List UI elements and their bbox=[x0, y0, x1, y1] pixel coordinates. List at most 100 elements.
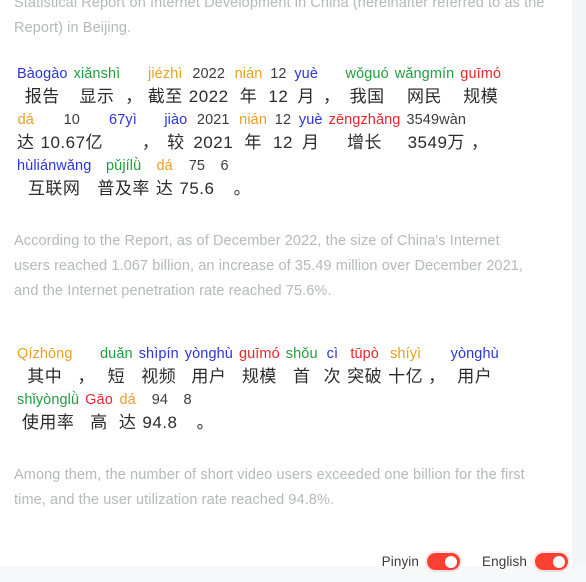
word-token[interactable]: Qízhōng 其中 bbox=[14, 344, 76, 390]
word-token[interactable]: wǒguó 我国 bbox=[343, 64, 392, 110]
word-token[interactable]: shǒu 首 bbox=[283, 344, 321, 390]
annotated-line: shǐyònglǜ 使用率 Gāo 高 dá 达 94 94.8 8 。 bbox=[14, 390, 558, 436]
word-token[interactable]: jiézhì 截至 bbox=[145, 64, 186, 110]
word-token[interactable]: 12 12 bbox=[270, 110, 296, 156]
word-token[interactable]: 8 bbox=[180, 390, 194, 436]
word-token[interactable]: guīmó 规模 bbox=[457, 64, 504, 110]
hanzi-text: 使用率 bbox=[21, 413, 75, 432]
hanzi-text: 10.67亿 bbox=[40, 133, 104, 152]
word-token[interactable]: duǎn 短 bbox=[97, 344, 136, 390]
pinyin-text: xiǎnshì bbox=[73, 66, 121, 82]
word-token[interactable]: shíyì 十亿 bbox=[385, 344, 426, 390]
pinyin-toggle-group[interactable]: Pinyin bbox=[382, 553, 461, 570]
punctuation-token[interactable]: ， bbox=[140, 110, 162, 156]
word-token[interactable]: jiào 较 bbox=[161, 110, 190, 156]
hanzi-text: 94.8 bbox=[142, 413, 178, 432]
pinyin-text: wǎngmín bbox=[394, 66, 455, 82]
word-token[interactable]: Gāo 高 bbox=[82, 390, 116, 436]
punctuation-token[interactable]: ， bbox=[76, 344, 98, 390]
word-token[interactable]: 12 12 bbox=[265, 64, 291, 110]
intro-paragraph: Statistical Report on Internet Developme… bbox=[14, 0, 558, 41]
pinyin-text: nián bbox=[239, 112, 267, 128]
pinyin-text: guīmó bbox=[238, 346, 280, 362]
punctuation-token[interactable]: 。 bbox=[195, 390, 217, 436]
hanzi-text: 首 bbox=[292, 367, 311, 386]
pinyin-toggle-switch[interactable] bbox=[427, 553, 461, 570]
word-token[interactable]: 2021 2021 bbox=[190, 110, 236, 156]
word-token[interactable]: 6 bbox=[217, 156, 231, 202]
punctuation-token[interactable]: ， bbox=[123, 64, 145, 110]
word-token[interactable]: 10 10.67亿 bbox=[38, 110, 107, 156]
hanzi-text: 次 bbox=[323, 367, 342, 386]
word-token[interactable]: dá 达 bbox=[153, 156, 177, 202]
word-token[interactable]: zēngzhǎng 增长 bbox=[326, 110, 404, 156]
english-toggle-group[interactable]: English bbox=[482, 553, 568, 570]
pinyin-text: hùliánwǎng bbox=[17, 158, 92, 174]
pinyin-text: zēngzhǎng bbox=[328, 112, 401, 128]
word-token[interactable]: wǎngmín 网民 bbox=[392, 64, 458, 110]
hanzi-text: 75.6 bbox=[179, 179, 215, 198]
word-token[interactable]: shǐyònglǜ 使用率 bbox=[14, 390, 82, 436]
english-toggle-label: English bbox=[482, 554, 527, 569]
hanzi-text: 高 bbox=[90, 413, 108, 432]
punctuation-token[interactable]: ， bbox=[469, 110, 491, 156]
punctuation-token[interactable]: ， bbox=[321, 64, 343, 110]
pinyin-text: cì bbox=[326, 346, 339, 362]
hanzi-text: ， bbox=[77, 367, 96, 386]
word-token[interactable]: xiǎnshì 显示 bbox=[71, 64, 124, 110]
hanzi-text: ， bbox=[141, 133, 160, 152]
translation-paragraph: Among them, the number of short video us… bbox=[14, 467, 525, 508]
hanzi-text: 规模 bbox=[463, 87, 499, 106]
word-token[interactable]: 67yì bbox=[106, 110, 140, 156]
word-token[interactable]: shìpín 视频 bbox=[136, 344, 182, 390]
english-toggle-knob bbox=[553, 555, 565, 568]
hanzi-text: 年 bbox=[239, 87, 258, 106]
hanzi-text: 达 bbox=[155, 179, 174, 198]
intro-line-2: Report) in Beijing. bbox=[14, 20, 132, 36]
pinyin-text: 3549wàn bbox=[406, 112, 467, 128]
pinyin-text: duǎn bbox=[100, 346, 133, 362]
pinyin-text: 6 bbox=[220, 158, 229, 174]
word-token[interactable]: 75 75.6 bbox=[176, 156, 217, 202]
pinyin-text: 8 bbox=[183, 392, 192, 408]
pinyin-text: Qízhōng bbox=[17, 346, 73, 362]
word-token[interactable]: nián 年 bbox=[232, 64, 266, 110]
word-token[interactable]: Bàogào 报告 bbox=[14, 64, 71, 110]
english-toggle-switch[interactable] bbox=[535, 553, 568, 570]
punctuation-token[interactable]: ， bbox=[426, 344, 448, 390]
hanzi-text bbox=[185, 410, 190, 436]
hanzi-text: 月 bbox=[297, 87, 315, 106]
hanzi-text: 短 bbox=[107, 367, 126, 386]
word-token[interactable]: guīmó 规模 bbox=[236, 344, 283, 390]
pinyin-text: 10 bbox=[63, 112, 80, 128]
word-token[interactable]: 2022 2022 bbox=[186, 64, 232, 110]
word-token[interactable]: yuè 月 bbox=[296, 110, 326, 156]
hanzi-text: 3549万 bbox=[407, 133, 465, 152]
word-token[interactable]: hùliánwǎng 互联网 bbox=[14, 156, 94, 202]
word-token[interactable]: yuè 月 bbox=[291, 64, 321, 110]
hanzi-text: 。 bbox=[196, 413, 215, 432]
word-token[interactable]: pǔjílǜ 普及率 bbox=[94, 156, 153, 202]
pinyin-text: tūpò bbox=[350, 346, 379, 362]
word-token[interactable]: 94 94.8 bbox=[139, 390, 180, 436]
pinyin-text: dá bbox=[119, 392, 136, 408]
word-token[interactable]: 3549wàn 3549万 bbox=[403, 110, 469, 156]
hanzi-text: 互联网 bbox=[27, 179, 81, 198]
hanzi-text: 达 bbox=[17, 133, 35, 152]
hanzi-text: 其中 bbox=[27, 367, 63, 386]
word-token[interactable]: dá 达 bbox=[14, 110, 38, 156]
pinyin-text: shíyì bbox=[390, 346, 422, 362]
pinyin-text: 2021 bbox=[196, 112, 230, 128]
punctuation-token[interactable]: 。 bbox=[232, 156, 254, 202]
pinyin-text: shǐyònglǜ bbox=[17, 392, 80, 408]
hanzi-text: 。 bbox=[233, 179, 252, 198]
word-token[interactable]: dá 达 bbox=[116, 390, 140, 436]
word-token[interactable]: tūpò 突破 bbox=[344, 344, 385, 390]
hanzi-text: ， bbox=[125, 87, 143, 106]
word-token[interactable]: yònghù 用户 bbox=[182, 344, 236, 390]
word-token[interactable]: nián 年 bbox=[236, 110, 270, 156]
footer-toggles: Pinyin English bbox=[382, 553, 568, 570]
word-token[interactable]: yònghù 用户 bbox=[448, 344, 502, 390]
hanzi-text: 较 bbox=[167, 133, 185, 152]
word-token[interactable]: cì 次 bbox=[321, 344, 345, 390]
